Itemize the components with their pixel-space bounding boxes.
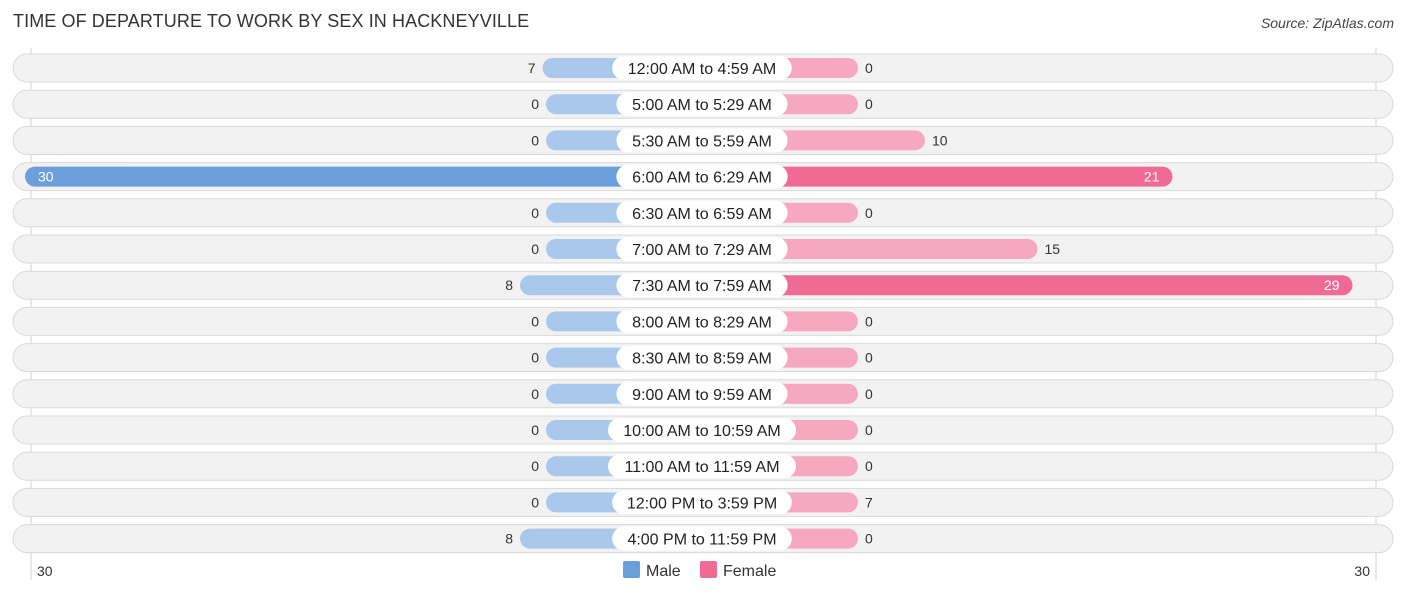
value-label-female: 0 (865, 531, 873, 547)
value-label-male: 0 (531, 350, 539, 366)
value-label-male: 0 (531, 205, 539, 221)
chart-row: 8 0 4:00 PM to 11:59 PM (12, 524, 1394, 554)
value-label-female: 0 (865, 96, 873, 112)
chart-row: 0 0 11:00 AM to 11:59 AM (12, 451, 1394, 481)
chart-row: 0 0 10:00 AM to 10:59 AM (12, 415, 1394, 445)
legend-label-female: Female (723, 563, 776, 580)
value-label-male: 0 (531, 386, 539, 402)
chart-row: 0 0 8:00 AM to 8:29 AM (12, 306, 1394, 336)
chart-row: 0 0 8:30 AM to 8:59 AM (12, 343, 1394, 373)
bar-male (25, 166, 700, 187)
value-label-male: 30 (38, 169, 54, 185)
chart-row: 8 29 7:30 AM to 7:59 AM (12, 270, 1394, 300)
category-label: 6:30 AM to 6:59 AM (632, 206, 772, 223)
category-label: 11:00 AM to 11:59 AM (624, 459, 779, 476)
chart-row: 7 0 12:00 AM to 4:59 AM (12, 53, 1394, 83)
value-label-male: 0 (531, 132, 539, 148)
category-label: 12:00 AM to 4:59 AM (628, 61, 777, 78)
axis-tick-left: 30 (37, 563, 53, 579)
category-label: 5:30 AM to 5:59 AM (632, 133, 772, 150)
category-label: 7:30 AM to 7:59 AM (632, 278, 772, 295)
value-label-male: 0 (531, 96, 539, 112)
rows-group: 7 0 12:00 AM to 4:59 AM 0 0 5:00 AM to 5:29 A… (12, 53, 1394, 554)
chart-row: 0 0 6:30 AM to 6:59 AM (12, 198, 1394, 228)
chart-row: 0 10 5:30 AM to 5:59 AM (12, 125, 1394, 155)
category-label: 5:00 AM to 5:29 AM (632, 97, 772, 114)
chart-row: 0 15 7:00 AM to 7:29 AM (12, 234, 1394, 264)
category-label: 10:00 AM to 10:59 AM (623, 423, 780, 440)
category-label: 4:00 PM to 11:59 PM (627, 532, 776, 549)
value-label-female: 7 (865, 494, 873, 510)
legend-swatch-female (700, 561, 717, 578)
value-label-male: 7 (528, 60, 536, 76)
chart: 7 0 12:00 AM to 4:59 AM 0 0 5:00 AM to 5:29 A… (12, 48, 1394, 580)
chart-row: 30 21 6:00 AM to 6:29 AM (12, 162, 1394, 192)
category-label: 8:30 AM to 8:59 AM (632, 351, 772, 368)
axis-tick-right: 30 (1354, 563, 1370, 579)
legend-swatch-male (623, 561, 640, 578)
legend-label-male: Male (646, 563, 681, 580)
legend: Male Female (623, 561, 776, 580)
value-label-male: 0 (531, 458, 539, 474)
value-label-female: 0 (865, 422, 873, 438)
value-label-male: 0 (531, 422, 539, 438)
chart-row: 0 0 9:00 AM to 9:59 AM (12, 379, 1394, 409)
value-label-female: 0 (865, 386, 873, 402)
value-label-female: 21 (1144, 169, 1160, 185)
category-label: 6:00 AM to 6:29 AM (632, 170, 772, 187)
value-label-female: 0 (865, 60, 873, 76)
category-label: 12:00 PM to 3:59 PM (627, 495, 777, 512)
value-label-female: 0 (865, 458, 873, 474)
value-label-female: 0 (865, 350, 873, 366)
value-label-female: 0 (865, 313, 873, 329)
value-label-female: 29 (1324, 277, 1340, 293)
value-label-male: 0 (531, 313, 539, 329)
category-label: 7:00 AM to 7:29 AM (632, 242, 772, 259)
value-label-male: 0 (531, 241, 539, 257)
value-label-female: 15 (1045, 241, 1061, 257)
bar-female (700, 275, 1353, 296)
category-label: 9:00 AM to 9:59 AM (632, 387, 772, 404)
category-label: 8:00 AM to 8:29 AM (632, 314, 772, 331)
value-label-male: 8 (505, 531, 513, 547)
chart-row: 0 7 12:00 PM to 3:59 PM (12, 487, 1394, 517)
chart-row: 0 0 5:00 AM to 5:29 AM (12, 89, 1394, 119)
value-label-female: 0 (865, 205, 873, 221)
value-label-female: 10 (932, 132, 948, 148)
value-label-male: 8 (505, 277, 513, 293)
value-label-male: 0 (531, 494, 539, 510)
